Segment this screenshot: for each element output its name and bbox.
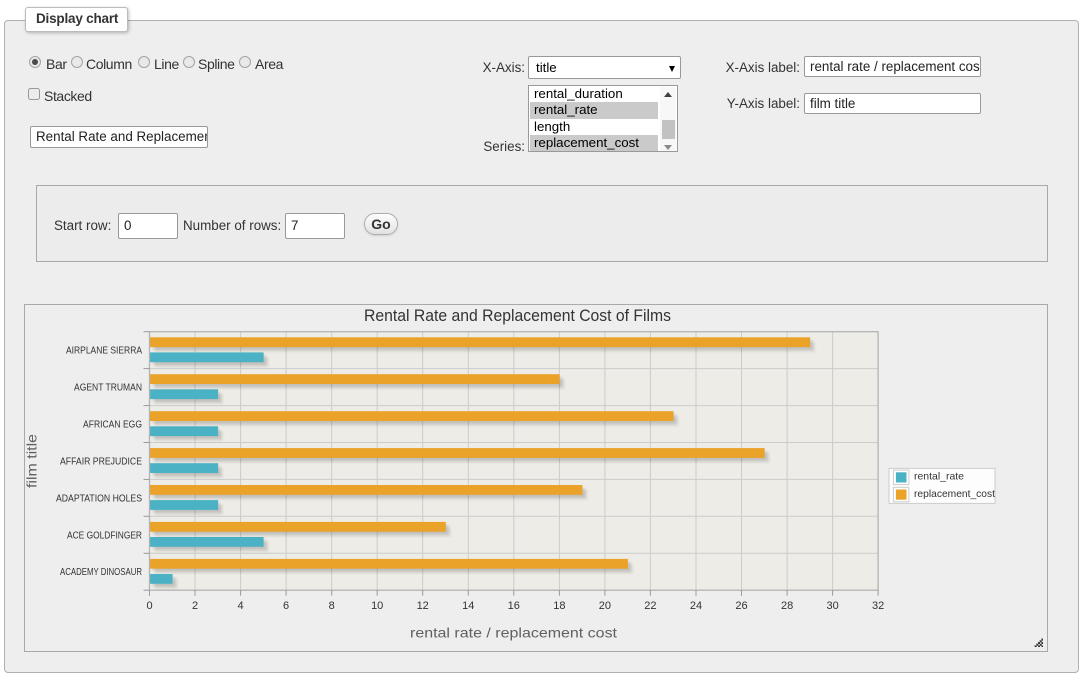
svg-text:AFRICAN EGG: AFRICAN EGG [83,420,142,431]
svg-text:22: 22 [644,600,656,612]
svg-text:replacement_cost: replacement_cost [914,488,995,500]
svg-text:6: 6 [283,600,289,612]
svg-text:30: 30 [826,600,838,612]
svg-text:rental_rate: rental_rate [914,470,964,482]
svg-text:26: 26 [735,600,747,612]
svg-text:film title: film title [25,434,40,488]
svg-text:rental rate / replacement cost: rental rate / replacement cost [410,624,617,640]
svg-text:AFFAIR PREJUDICE: AFFAIR PREJUDICE [60,457,142,468]
svg-text:ACE GOLDFINGER: ACE GOLDFINGER [67,530,142,541]
svg-text:Rental Rate and Replacement Co: Rental Rate and Replacement Cost of Film… [364,306,671,325]
svg-text:8: 8 [329,600,335,612]
svg-text:AGENT TRUMAN: AGENT TRUMAN [74,383,142,394]
svg-text:18: 18 [553,600,565,612]
svg-text:2: 2 [192,600,198,612]
svg-text:0: 0 [146,600,152,612]
svg-text:24: 24 [690,600,702,612]
svg-text:ADAPTATION HOLES: ADAPTATION HOLES [56,493,142,504]
svg-text:16: 16 [508,600,520,612]
svg-text:32: 32 [872,600,884,612]
svg-text:4: 4 [238,600,244,612]
svg-text:ACADEMY DINOSAUR: ACADEMY DINOSAUR [60,567,142,578]
svg-text:AIRPLANE SIERRA: AIRPLANE SIERRA [66,346,142,357]
svg-text:28: 28 [781,600,793,612]
svg-text:10: 10 [371,600,383,612]
svg-text:20: 20 [599,600,611,612]
svg-text:12: 12 [417,600,429,612]
svg-text:14: 14 [462,600,474,612]
